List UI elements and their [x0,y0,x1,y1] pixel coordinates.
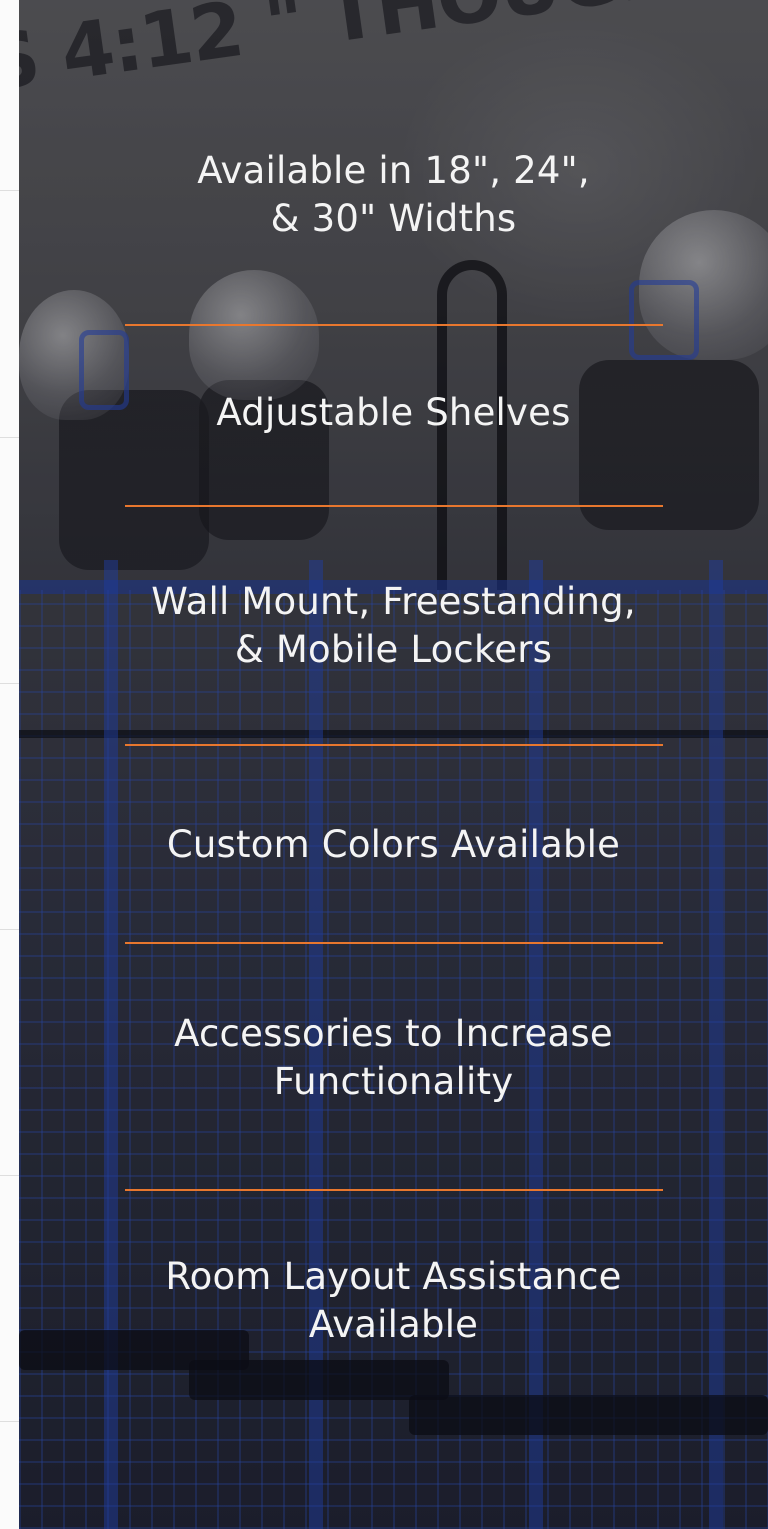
edge-divider [0,190,19,191]
edge-divider [0,929,19,930]
feature-list: Available in 18", 24", & 30" Widths Adju… [19,0,768,1529]
feature-widths: Available in 18", 24", & 30" Widths [19,147,768,243]
feature-text: Available in 18", 24", & 30" Widths [197,149,590,240]
feature-shelves: Adjustable Shelves [19,389,768,437]
feature-text: Adjustable Shelves [216,391,571,434]
edge-divider [0,683,19,684]
feature-divider [125,744,663,746]
feature-text: Accessories to Increase Functionality [174,1012,613,1103]
feature-divider [125,505,663,507]
feature-divider [125,942,663,944]
feature-accessories: Accessories to Increase Functionality [19,1010,768,1106]
feature-text: Room Layout Assistance Available [165,1255,622,1346]
edge-divider [0,1175,19,1176]
feature-room-layout: Room Layout Assistance Available [19,1253,768,1349]
feature-divider [125,324,663,326]
feature-text: Wall Mount, Freestanding, & Mobile Locke… [151,580,636,671]
feature-custom-colors: Custom Colors Available [19,821,768,869]
edge-divider [0,1421,19,1422]
feature-text: Custom Colors Available [166,823,621,866]
edge-divider [0,437,19,438]
feature-divider [125,1189,663,1191]
feature-mount-types: Wall Mount, Freestanding, & Mobile Locke… [19,578,768,674]
left-edge-strip [0,0,19,1529]
